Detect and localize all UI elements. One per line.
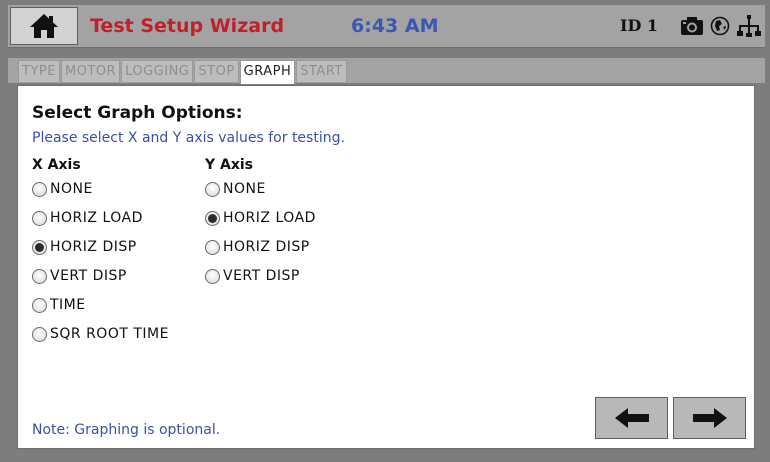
back-button[interactable] [595, 397, 668, 439]
x-axis-option-vert-disp[interactable]: VERT DISP [32, 268, 127, 284]
option-label: VERT DISP [50, 268, 127, 284]
note-text: Note: Graphing is optional. [32, 422, 221, 438]
option-label: HORIZ LOAD [223, 210, 316, 226]
app-frame: Test Setup Wizard 6:43 AM ID 1 TYPE MOTO… [0, 0, 770, 462]
y-axis-option-none[interactable]: NONE [205, 181, 266, 197]
radio-button[interactable] [205, 239, 220, 255]
radio-button[interactable] [32, 297, 47, 313]
left-arrow-icon [614, 408, 649, 428]
y-axis-option-horiz-disp[interactable]: HORIZ DISP [205, 239, 310, 255]
home-button[interactable] [10, 7, 78, 45]
next-button[interactable] [673, 397, 746, 439]
option-label: HORIZ DISP [50, 239, 137, 255]
option-label: NONE [223, 181, 266, 197]
device-id: ID 1 [620, 16, 659, 35]
app-title: Test Setup Wizard [90, 15, 285, 37]
panel-heading: Select Graph Options: [32, 103, 243, 123]
right-arrow-icon [692, 408, 727, 428]
title-bar: Test Setup Wizard 6:43 AM ID 1 [8, 5, 765, 48]
radio-button[interactable] [32, 210, 47, 226]
y-axis-option-vert-disp[interactable]: VERT DISP [205, 268, 300, 284]
clock: 6:43 AM [351, 15, 439, 37]
radio-button[interactable] [32, 326, 47, 342]
tab-stop[interactable]: STOP [194, 60, 239, 82]
x-axis-option-sqr-root-time[interactable]: SQR ROOT TIME [32, 326, 169, 342]
network-icon[interactable] [710, 16, 730, 36]
tab-motor[interactable]: MOTOR [60, 60, 121, 82]
radio-button[interactable] [32, 181, 47, 197]
home-icon [30, 14, 58, 38]
x-axis-option-horiz-disp[interactable]: HORIZ DISP [32, 239, 137, 255]
radio-button[interactable] [32, 239, 47, 255]
x-axis-option-horiz-load[interactable]: HORIZ LOAD [32, 210, 143, 226]
option-label: HORIZ DISP [223, 239, 310, 255]
radio-button[interactable] [205, 181, 220, 197]
option-label: SQR ROOT TIME [50, 326, 169, 342]
radio-button[interactable] [32, 268, 47, 284]
tab-start[interactable]: START [296, 60, 347, 82]
x-axis-label: X Axis [32, 157, 81, 173]
option-label: NONE [50, 181, 93, 197]
graph-options-panel: Select Graph Options: Please select X an… [17, 85, 755, 449]
panel-subtitle: Please select X and Y axis values for te… [32, 130, 345, 146]
tab-bar: TYPE MOTOR LOGGING STOP GRAPH START [8, 58, 765, 84]
option-label: TIME [50, 297, 86, 313]
option-label: HORIZ LOAD [50, 210, 143, 226]
x-axis-option-time[interactable]: TIME [32, 297, 86, 313]
radio-button[interactable] [205, 268, 220, 284]
usb-icon[interactable] [736, 14, 762, 38]
y-axis-label: Y Axis [205, 157, 254, 173]
y-axis-option-horiz-load[interactable]: HORIZ LOAD [205, 210, 316, 226]
tab-type[interactable]: TYPE [18, 60, 60, 82]
tab-graph[interactable]: GRAPH [239, 60, 296, 84]
x-axis-option-none[interactable]: NONE [32, 181, 93, 197]
tab-logging[interactable]: LOGGING [121, 60, 194, 82]
tabs: TYPE MOTOR LOGGING STOP GRAPH START [18, 60, 348, 84]
radio-button[interactable] [205, 210, 220, 226]
option-label: VERT DISP [223, 268, 300, 284]
status-icons [680, 13, 762, 39]
camera-icon[interactable] [680, 16, 704, 36]
